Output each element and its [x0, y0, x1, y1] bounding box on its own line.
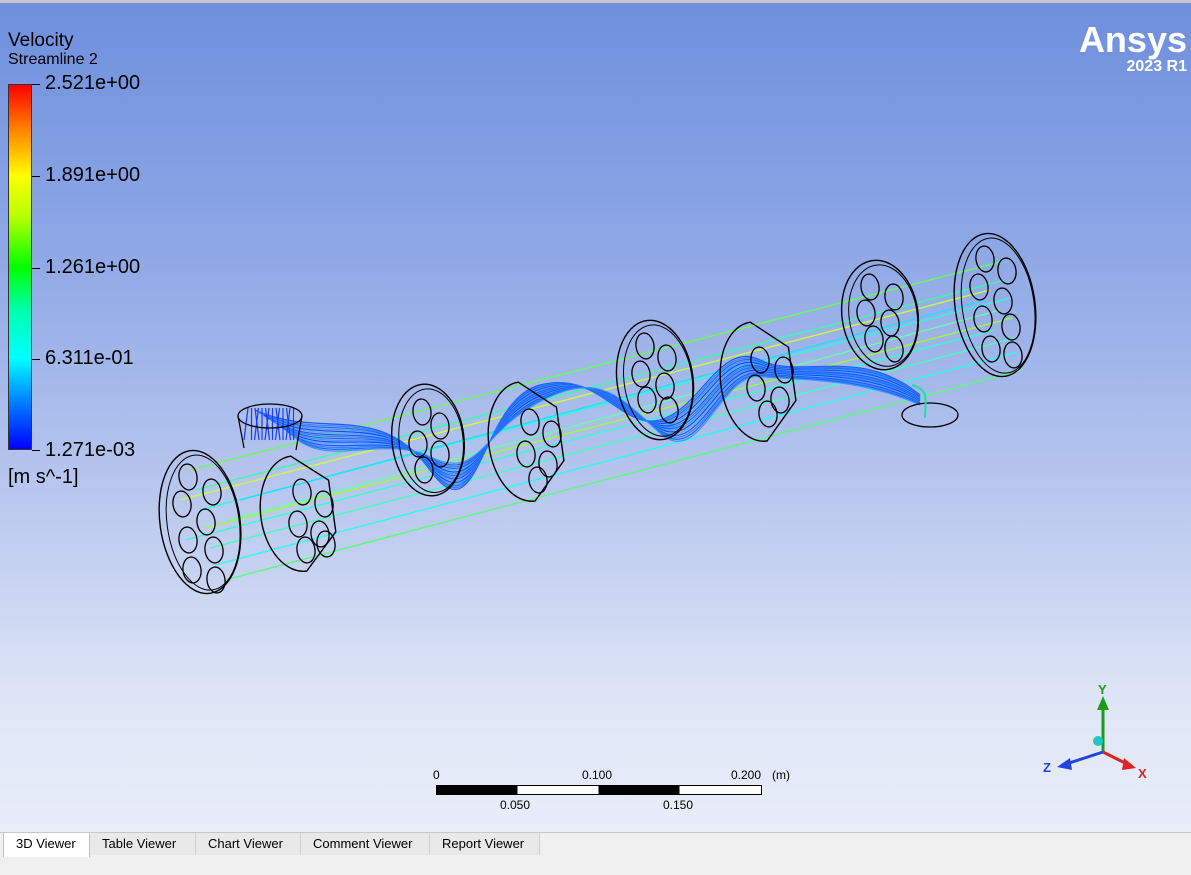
- 3d-viewport[interactable]: Velocity Streamline 2 2.521e+00 1.891e+0…: [0, 0, 1191, 832]
- tab-chart-viewer[interactable]: Chart Viewer: [196, 833, 301, 855]
- legend-title: Velocity: [8, 30, 74, 51]
- triad-origin-marker: [1093, 736, 1103, 746]
- tube-hole: [1001, 313, 1021, 341]
- shell-streamline: [285, 374, 921, 466]
- brand-name: Ansys: [1078, 19, 1187, 60]
- tube-streamline: [229, 309, 1001, 521]
- scale-bar-graphic: [436, 785, 762, 795]
- tab-comment-viewer[interactable]: Comment Viewer: [301, 833, 430, 855]
- legend-colorbar: [8, 84, 32, 450]
- scale-unit: (m): [772, 768, 790, 782]
- y-axis-label: Y: [1098, 682, 1107, 697]
- outlet-nozzle: [901, 402, 959, 428]
- legend-tick-label: 1.891e+00: [45, 164, 141, 186]
- tube-hole: [538, 450, 558, 478]
- tube-sheet-rim: [848, 264, 919, 367]
- legend-subtitle: Streamline 2: [8, 51, 98, 68]
- z-axis-label: Z: [1043, 760, 1051, 775]
- tube-hole: [296, 536, 316, 564]
- scale-label-0200: 0.200: [731, 768, 762, 782]
- tube-hole: [635, 332, 655, 360]
- scale-label-0050: 0.050: [500, 798, 531, 812]
- tube-streamline: [179, 289, 991, 501]
- tab-table-viewer[interactable]: Table Viewer: [90, 833, 196, 855]
- tube-streamline: [184, 329, 996, 541]
- tube-hole: [182, 556, 202, 584]
- axis-triad: Y Z X: [1043, 682, 1147, 781]
- legend-tick-label: 1.261e+00: [45, 256, 141, 278]
- shell-streamline: [274, 368, 921, 475]
- z-axis-head: [1057, 758, 1072, 770]
- legend-tick-mark: [32, 359, 40, 360]
- y-axis-head: [1097, 696, 1109, 710]
- tube-hole: [178, 526, 198, 554]
- tube-hole: [975, 245, 995, 273]
- tube-hole: [288, 510, 308, 538]
- legend-tick-label: 2.521e+00: [45, 72, 141, 94]
- legend-tick-mark: [32, 450, 40, 451]
- tube-hole: [204, 536, 224, 564]
- tube-hole: [973, 305, 993, 333]
- legend-tick-label: 6.311e-01: [45, 347, 134, 369]
- shell-streamline: [272, 367, 921, 477]
- shell-streamline: [278, 371, 921, 471]
- legend-tick-mark: [32, 176, 40, 177]
- tab-report-viewer[interactable]: Report Viewer: [430, 833, 540, 855]
- tube-hole: [178, 463, 198, 491]
- tube-sheet-rim: [165, 454, 241, 591]
- legend-unit: [m s^-1]: [8, 466, 79, 488]
- brand-version: 2023 R1: [1126, 58, 1188, 75]
- tab-3d-viewer[interactable]: 3D Viewer: [3, 833, 90, 857]
- viewer-tab-bar: 3D Viewer Table Viewer Chart Viewer Comm…: [0, 832, 1191, 875]
- scale-label-0100: 0.100: [582, 768, 613, 782]
- legend-tick-label: 1.271e-03: [45, 439, 136, 461]
- tube-hole: [856, 299, 876, 327]
- legend-tick-mark: [32, 84, 40, 85]
- tube-hole: [172, 490, 192, 518]
- tube-sheet: [840, 259, 920, 371]
- ansys-logo: Ansys 2023 R1: [1079, 20, 1187, 76]
- scale-bar: 0 0.100 0.200 (m) 0.050 0.150: [433, 768, 796, 818]
- scale-label-0150: 0.150: [663, 798, 694, 812]
- tube-streamline: [204, 317, 1013, 529]
- legend-tick-mark: [32, 268, 40, 269]
- x-axis-head: [1122, 758, 1136, 770]
- streamline-scene[interactable]: [0, 0, 1191, 832]
- scale-label-0: 0: [433, 768, 440, 782]
- z-axis-arrow: [1065, 750, 1104, 766]
- x-axis-label: X: [1138, 766, 1147, 781]
